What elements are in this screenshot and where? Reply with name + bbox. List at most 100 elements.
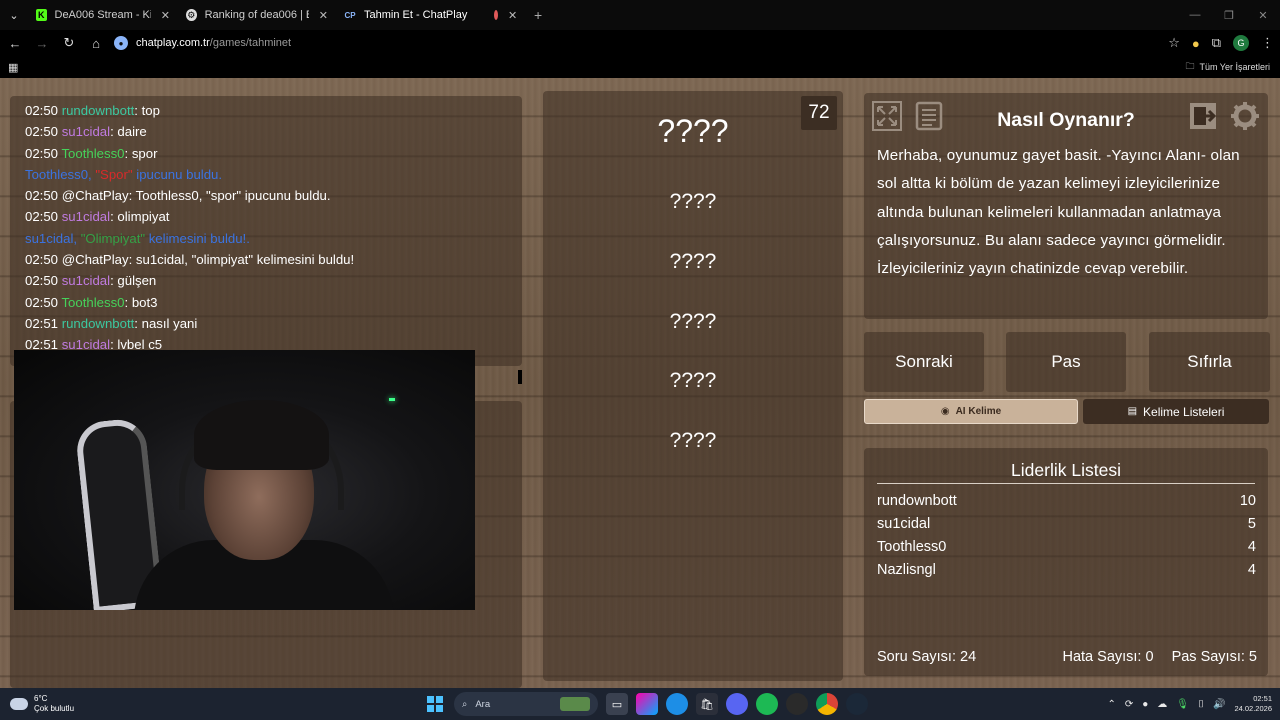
chat-system-message: Toothless0, "Spor" ipucunu buldu. — [25, 164, 522, 185]
message-time: 02:50 — [25, 145, 59, 161]
message-text: : Toothless0, "spor" ipucunu buldu. — [128, 188, 331, 204]
spotify-icon[interactable] — [756, 693, 778, 715]
player-score: 4 — [1247, 562, 1256, 578]
chat-message: 02:50 Toothless0: spor — [25, 143, 522, 164]
close-icon[interactable]: ✕ — [319, 9, 328, 22]
message-text: : spor — [124, 145, 158, 161]
tab-search-chevron-icon[interactable]: ⌄ — [0, 0, 28, 30]
pass-count: Pas Sayısı: 5 — [1171, 649, 1257, 665]
player-name: su1cidal — [877, 516, 931, 532]
site-info-icon[interactable]: ● — [114, 36, 128, 50]
chat-message: 02:50 su1cidal: olimpiyat — [25, 206, 522, 227]
ai-word-label: AI Kelime — [955, 406, 1002, 417]
browser-tab-bar: ⌄ K DeA006 Stream - Kick Dashboo ✕ ⚙ Ran… — [0, 0, 1280, 30]
browser-tab-kick[interactable]: K DeA006 Stream - Kick Dashboo ✕ — [28, 0, 178, 30]
message-text: : daire — [110, 124, 147, 140]
message-username[interactable]: su1cidal — [62, 209, 110, 224]
chat-message: 02:50 su1cidal: daire — [25, 121, 522, 142]
main-word: ???? — [657, 113, 729, 149]
new-tab-plus-icon[interactable]: + — [524, 7, 552, 23]
reload-icon[interactable]: ↻ — [57, 31, 81, 55]
tray-chevron-icon[interactable]: ⌃ — [1107, 699, 1115, 710]
copilot-icon[interactable] — [636, 693, 658, 715]
tray-app-icon[interactable]: ● — [1142, 699, 1148, 710]
player-score: 5 — [1247, 516, 1256, 532]
chat-scrollbar[interactable] — [518, 370, 522, 384]
tray-sync-icon[interactable]: ⟳ — [1125, 699, 1133, 710]
message-username[interactable]: rundownbott — [62, 103, 135, 118]
recording-indicator[interactable]: ✕ — [486, 0, 524, 30]
system-text: kelimesini buldu!. — [145, 230, 250, 246]
message-username[interactable]: su1cidal — [62, 273, 110, 288]
temperature: 6°C — [34, 694, 48, 703]
all-bookmarks-button[interactable]: 🗀 Tüm Yer İşaretleri — [1185, 59, 1270, 75]
minimize-icon[interactable]: — — [1178, 0, 1212, 30]
hidden-word: ???? — [669, 250, 717, 273]
message-username[interactable]: Toothless0 — [61, 146, 124, 161]
ai-word-button[interactable]: ◉ AI Kelime — [864, 399, 1078, 424]
volume-icon[interactable]: 🔊 — [1213, 699, 1225, 710]
chrome-icon[interactable] — [816, 693, 838, 715]
player-score: 10 — [1239, 493, 1256, 509]
browser-toolbar: ← → ↻ ⌂ ● chatplay.com.tr/games/tahminet — [0, 30, 1280, 56]
player-score: 4 — [1247, 539, 1256, 555]
network-icon[interactable]: ⌷ — [1198, 699, 1204, 710]
more-menu-icon[interactable]: ⋮ — [1261, 35, 1274, 51]
message-text: : olimpiyat — [110, 209, 170, 225]
browser-tab-botrix[interactable]: ⚙ Ranking of dea006 | BotRix — ( ✕ — [178, 0, 336, 30]
word-lists-button[interactable]: ▤ Kelime Listeleri — [1083, 399, 1269, 424]
settings-gear-icon[interactable] — [1228, 99, 1262, 133]
home-icon[interactable]: ⌂ — [84, 31, 108, 55]
game-stats: Soru Sayısı: 24 Hata Sayısı: 0 Pas Sayıs… — [877, 649, 1257, 665]
apps-grid-icon[interactable]: ▦ — [8, 61, 18, 74]
edge-icon[interactable] — [666, 693, 688, 715]
message-username[interactable]: @ChatPlay — [62, 252, 129, 267]
message-username[interactable]: rundownbott — [62, 316, 135, 331]
weather-widget[interactable]: 6°C Çok bulutlu — [10, 688, 74, 720]
chatplay-icon: CP — [344, 10, 356, 20]
maximize-icon[interactable]: ❐ — [1212, 0, 1246, 30]
browser-tab-chatplay[interactable]: CP Tahmin Et - ChatPlay — [336, 0, 486, 30]
chat-message-list[interactable]: 02:50 rundownbott: top 02:50 su1cidal: da… — [25, 100, 522, 356]
address-bar[interactable]: ● chatplay.com.tr/games/tahminet — [114, 32, 291, 54]
taskbar-search[interactable]: ⌕ Ara — [454, 692, 598, 716]
pass-button[interactable]: Pas — [1006, 332, 1126, 392]
exit-icon[interactable] — [1186, 99, 1220, 133]
bookmark-star-icon[interactable]: ☆ — [1168, 35, 1180, 51]
leaderboard-row: rundownbott 10 — [877, 493, 1256, 509]
microphone-icon[interactable]: 🎙 — [1176, 699, 1189, 710]
reset-button[interactable]: Sıfırla — [1149, 332, 1270, 392]
document-icon[interactable] — [912, 99, 946, 133]
next-button[interactable]: Sonraki — [864, 332, 984, 392]
profile-avatar[interactable]: G — [1233, 35, 1249, 51]
extension-badge-icon[interactable]: ● — [1192, 36, 1200, 51]
close-icon[interactable]: ✕ — [161, 9, 170, 22]
message-username[interactable]: Toothless0 — [61, 295, 124, 310]
streamer-hair-illustration — [194, 400, 329, 470]
highlighted-word: "Spor" — [95, 166, 133, 182]
leaderboard-row: Nazlisngl 4 — [877, 562, 1256, 578]
taskbar-clock[interactable]: 02:51 24.02.2026 — [1234, 694, 1272, 714]
tray-cloud-icon[interactable]: ☁ — [1157, 699, 1167, 710]
obs-icon[interactable] — [786, 693, 808, 715]
close-icon[interactable]: ✕ — [508, 9, 517, 22]
message-username[interactable]: @ChatPlay — [62, 188, 129, 203]
store-icon[interactable]: 🛍 — [696, 693, 718, 715]
taskbar-apps: ⌕ Ara ▭ 🛍 — [424, 688, 868, 720]
message-username[interactable]: su1cidal — [62, 124, 110, 139]
task-view-icon[interactable]: ▭ — [606, 693, 628, 715]
forward-arrow-icon[interactable]: → — [30, 31, 54, 55]
windows-start-icon[interactable] — [424, 693, 446, 715]
bookmarks-bar: ▦ 🗀 Tüm Yer İşaretleri — [0, 56, 1280, 78]
message-time: 02:50 — [25, 124, 59, 140]
window-close-icon[interactable]: ✕ — [1246, 0, 1280, 30]
word-lists-label: Kelime Listeleri — [1143, 404, 1225, 419]
steam-icon[interactable] — [846, 693, 868, 715]
discord-icon[interactable] — [726, 693, 748, 715]
back-arrow-icon[interactable]: ← — [3, 31, 27, 55]
kick-icon: K — [36, 9, 47, 21]
fullscreen-icon[interactable] — [870, 99, 904, 133]
extensions-puzzle-icon[interactable]: ⧉ — [1212, 35, 1221, 51]
hidden-word: ???? — [669, 190, 717, 213]
chat-message: 02:51 rundownbott: nasıl yani — [25, 313, 522, 334]
